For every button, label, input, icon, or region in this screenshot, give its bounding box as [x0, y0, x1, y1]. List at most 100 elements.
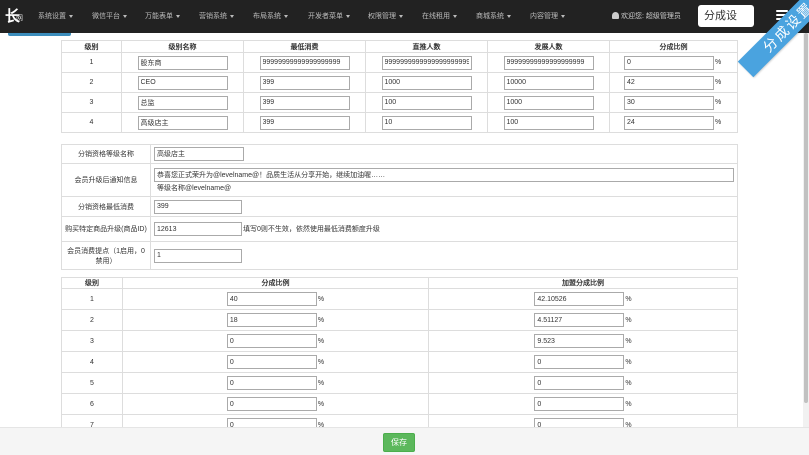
notice-text: 恭喜您正式荣升为@levelname@！品质生活从分享开始，继续加油喔……: [157, 171, 386, 179]
join-ratio-input[interactable]: [534, 313, 625, 327]
level-name-cell: [121, 92, 244, 113]
min-spend-input[interactable]: [259, 75, 350, 90]
direct-count-cell: [365, 52, 488, 73]
menu-label: 万能表单: [145, 13, 173, 20]
level-name-input[interactable]: [137, 75, 228, 90]
menu-online-rental[interactable]: 在线租用: [422, 11, 457, 21]
develop-count-cell: [487, 72, 610, 93]
commission-row: 1%%: [61, 288, 738, 310]
notice-label: 会员升级后通知信息: [61, 163, 151, 197]
menu-label: 开发者菜单: [308, 13, 343, 20]
commission-ratio-input[interactable]: [226, 397, 317, 411]
col-level: 级别: [61, 40, 122, 53]
direct-count-input[interactable]: [381, 55, 472, 70]
ratio-cell: %: [609, 92, 738, 113]
notice-textarea[interactable]: 恭喜您正式荣升为@levelname@！品质生活从分享开始，继续加油喔……: [154, 167, 734, 182]
site-logo[interactable]: 长 网: [4, 8, 28, 24]
commission-row: 4%%: [61, 351, 738, 373]
menu-content-management[interactable]: 内容管理: [530, 11, 565, 21]
product-hint: 填写0则不生效，依然使用最低消费额度升级: [243, 225, 380, 233]
level-name-cell: [121, 52, 244, 73]
ratio-cell: %: [122, 288, 429, 310]
join-ratio-cell: %: [428, 330, 738, 352]
develop-count-input[interactable]: [503, 55, 594, 70]
level-row: 2%: [61, 72, 738, 93]
direct-count-input[interactable]: [381, 95, 472, 110]
join-ratio-input[interactable]: [534, 292, 625, 306]
direct-count-cell: [365, 92, 488, 113]
share-settings-button[interactable]: 分成设: [698, 5, 754, 27]
top-navbar: 长 网 系统设置 微信平台 万能表单 营销系统 布局系统 开发者菜单 权限管理 …: [0, 0, 809, 33]
ratio-input[interactable]: [624, 95, 714, 110]
level-name-input[interactable]: [137, 115, 228, 130]
user-welcome[interactable]: 欢迎您: 超级管理员: [612, 11, 681, 21]
min-spend-input[interactable]: [259, 115, 350, 130]
commission-ratio-input[interactable]: [226, 334, 317, 348]
min-spend-input[interactable]: [259, 95, 350, 110]
direct-count-input[interactable]: [381, 75, 472, 90]
settings-row: 会员升级后通知信息 恭喜您正式荣升为@levelname@！品质生活从分享开始，…: [61, 163, 738, 197]
commission-ratio-input[interactable]: [226, 355, 317, 369]
join-ratio-cell: %: [428, 414, 738, 427]
menu-layout-system[interactable]: 布局系统: [253, 11, 288, 21]
ratio-input[interactable]: [624, 75, 714, 90]
level-table-header: 级别 级别名称 最低消费 直推人数 发展人数 分成比例: [61, 40, 738, 53]
menu-mall-system[interactable]: 商城系统: [476, 11, 511, 21]
level-number: 6: [61, 393, 123, 415]
commission-ratio-input[interactable]: [226, 292, 317, 306]
settings-row: 分销资格最低消费: [61, 196, 738, 217]
points-input[interactable]: [154, 248, 242, 263]
menu-system-settings[interactable]: 系统设置: [38, 11, 73, 21]
develop-count-input[interactable]: [503, 95, 594, 110]
commission-ratio-input[interactable]: [226, 418, 317, 427]
percent-sign: %: [625, 400, 632, 408]
commission-row: 3%%: [61, 330, 738, 352]
min-spend-input[interactable]: [154, 199, 242, 214]
level-number: 2: [61, 72, 122, 93]
join-ratio-input[interactable]: [534, 355, 625, 369]
chevron-down-icon: [453, 14, 457, 18]
direct-count-input[interactable]: [381, 115, 472, 130]
save-button[interactable]: 保存: [383, 433, 415, 452]
menu-permissions[interactable]: 权限管理: [368, 11, 403, 21]
commission-ratio-input[interactable]: [226, 376, 317, 390]
ratio-input[interactable]: [624, 115, 714, 130]
dist-name-input[interactable]: [154, 147, 244, 161]
vertical-scrollbar[interactable]: [803, 33, 809, 427]
menu-universal-form[interactable]: 万能表单: [145, 11, 180, 21]
chevron-down-icon: [284, 14, 288, 18]
join-ratio-input[interactable]: [534, 334, 625, 348]
main-content: 级别 级别名称 最低消费 直推人数 发展人数 分成比例 1%2%3%4% 分销资…: [0, 33, 803, 427]
logo-text: 网: [16, 15, 23, 22]
develop-count-input[interactable]: [503, 75, 594, 90]
level-row: 3%: [61, 92, 738, 113]
percent-sign: %: [625, 316, 632, 324]
menu-wechat-platform[interactable]: 微信平台: [92, 11, 127, 21]
join-ratio-input[interactable]: [534, 397, 625, 411]
join-ratio-input[interactable]: [534, 376, 625, 390]
scrollbar-thumb[interactable]: [804, 33, 808, 403]
col-min-spend: 最低消费: [243, 40, 366, 53]
chevron-down-icon: [176, 14, 180, 18]
menu-label: 权限管理: [368, 13, 396, 20]
col-join-ratio: 加盟分成比例: [428, 277, 738, 289]
menu-label: 微信平台: [92, 13, 120, 20]
develop-count-input[interactable]: [503, 115, 594, 130]
chevron-down-icon: [399, 14, 403, 18]
commission-row: 5%%: [61, 372, 738, 394]
commission-ratio-input[interactable]: [226, 313, 317, 327]
chevron-down-icon: [561, 14, 565, 18]
level-name-cell: [121, 112, 244, 133]
commission-row: 2%%: [61, 309, 738, 331]
ratio-cell: %: [122, 351, 429, 373]
product-id-input[interactable]: [154, 222, 242, 236]
ratio-input[interactable]: [624, 55, 714, 70]
menu-marketing-system[interactable]: 营销系统: [199, 11, 234, 21]
commission-table-header: 级别 分成比例 加盟分成比例: [61, 277, 738, 289]
level-name-input[interactable]: [137, 95, 228, 110]
menu-developer[interactable]: 开发者菜单: [308, 11, 350, 21]
join-ratio-input[interactable]: [534, 418, 625, 427]
ratio-cell: %: [122, 372, 429, 394]
min-spend-input[interactable]: [259, 55, 350, 70]
level-name-input[interactable]: [137, 55, 228, 70]
